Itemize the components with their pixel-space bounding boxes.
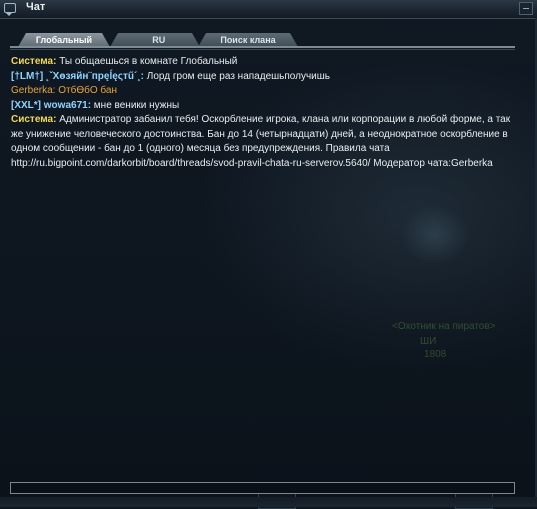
message-sender[interactable]: Система: [11, 114, 56, 125]
minimize-icon[interactable] [519, 2, 533, 15]
message-list: Система: Ты общаешься в комнате Глобальн… [11, 55, 511, 171]
message-text: Ты общаешься в комнате Глобальный [56, 56, 238, 67]
message: Gerberka: ОтбӨбО бан [11, 84, 511, 99]
message-text: ОтбӨбО бан [55, 85, 117, 96]
message-text: мне веники нужны [91, 99, 180, 111]
background-ship-title: <Охотник на пиратов> [392, 321, 496, 332]
background-ship-image [400, 205, 470, 265]
tab-global[interactable]: Глобальный [18, 33, 110, 47]
tab-divider-shadow [10, 49, 515, 50]
message: [XXL*] wowa671: мне веники нужны [11, 99, 511, 114]
tab-clan-search[interactable]: Поиск клана [198, 33, 298, 47]
message-sender[interactable]: Gerberka: [11, 85, 55, 96]
message-text: Администратор забанил тебя! Оскорбление … [11, 114, 511, 169]
background-ship-tag: ШИ [420, 336, 437, 347]
message-sender[interactable]: [†LM†] ˛ˇХөзяйн¨прęĺęςтű´¸: [11, 71, 144, 82]
chat-input[interactable] [10, 482, 515, 494]
chat-window: Чат <Охотник на пиратов> ШИ 1808 Глобаль… [0, 0, 537, 509]
background-ship-level: 1808 [424, 349, 447, 360]
message-sender[interactable]: [XXL*] wowa671: [11, 100, 91, 111]
window-title: Чат [26, 1, 46, 13]
tab-ru[interactable]: RU [110, 33, 200, 47]
message-text: Лорд гром еще раз нападешьполучишь [144, 70, 330, 82]
chat-icon [4, 3, 16, 16]
message: Система: Администратор забанил тебя! Оск… [11, 113, 511, 171]
message: [†LM†] ˛ˇХөзяйн¨прęĺęςтű´¸: Лорд гром ещ… [11, 70, 511, 85]
message-sender[interactable]: Система: [11, 56, 56, 67]
window-footer [0, 497, 537, 507]
tab-divider [10, 46, 515, 48]
title-bar[interactable]: Чат [0, 0, 537, 19]
message: Система: Ты общаешься в комнате Глобальн… [11, 55, 511, 70]
